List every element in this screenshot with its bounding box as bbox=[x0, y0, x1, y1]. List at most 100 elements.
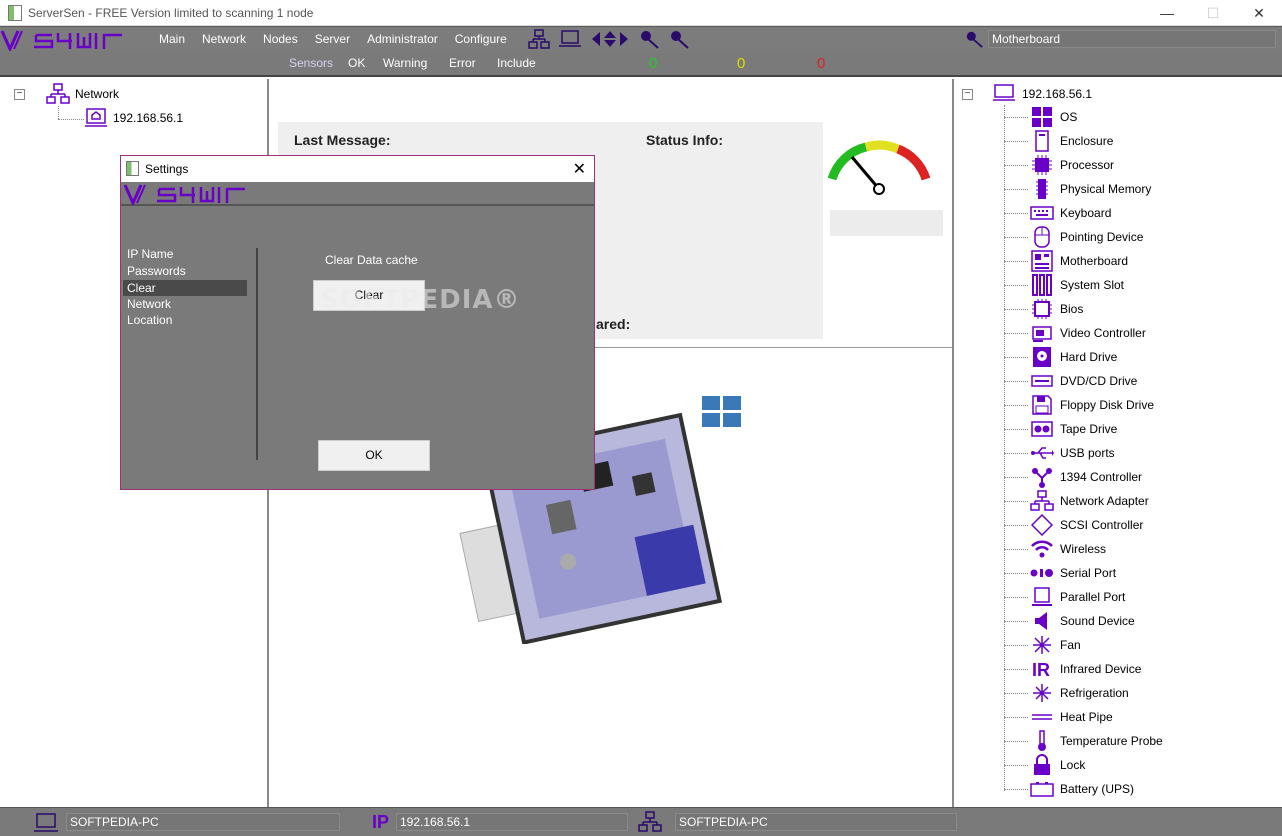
nav-location[interactable]: Location bbox=[123, 312, 247, 328]
hw-item[interactable]: Lock bbox=[1030, 754, 1085, 776]
menu-main[interactable]: Main bbox=[159, 32, 185, 46]
hw-item-label: Processor bbox=[1060, 158, 1115, 172]
hw-item[interactable]: Tape Drive bbox=[1030, 418, 1117, 440]
close-button[interactable]: ✕ bbox=[1236, 0, 1282, 26]
hw-item[interactable]: System Slot bbox=[1030, 274, 1124, 296]
computer-name-field: SOFTPEDIA-PC bbox=[66, 813, 340, 831]
clear-cache-label: Clear Data cache bbox=[325, 253, 418, 267]
hw-item[interactable]: Processor bbox=[1030, 154, 1114, 176]
hw-item[interactable]: Serial Port bbox=[1030, 562, 1116, 584]
ok-count: 0 bbox=[649, 55, 658, 72]
hw-item[interactable]: Temperature Probe bbox=[1030, 730, 1163, 752]
menu-configure[interactable]: Configure bbox=[455, 32, 507, 46]
partial-label: ared: bbox=[596, 316, 631, 332]
hw-item[interactable]: Network Adapter bbox=[1030, 490, 1149, 512]
probe-icon[interactable] bbox=[638, 29, 660, 49]
status-bar: SOFTPEDIA-PC IP 192.168.56.1 SOFTPEDIA-P… bbox=[0, 807, 1282, 836]
tree-line bbox=[1004, 105, 1005, 791]
tree-line bbox=[1004, 549, 1028, 550]
hw-item[interactable]: Motherboard bbox=[1030, 250, 1128, 272]
dialog-close-button[interactable]: ✕ bbox=[573, 159, 586, 179]
hw-item[interactable]: Pointing Device bbox=[1030, 226, 1143, 248]
hw-item-label: Floppy Disk Drive bbox=[1060, 398, 1155, 412]
menu-network[interactable]: Network bbox=[202, 32, 246, 46]
hw-item[interactable]: Parallel Port bbox=[1030, 586, 1125, 608]
tree-node-ip[interactable]: 192.168.56.1 bbox=[113, 111, 183, 125]
menu-server[interactable]: Server bbox=[315, 32, 350, 46]
video-icon bbox=[1030, 322, 1054, 344]
hw-item-label: Motherboard bbox=[1060, 254, 1129, 268]
nav-ip-name[interactable]: IP Name bbox=[123, 246, 247, 262]
hw-item[interactable]: Heat Pipe bbox=[1030, 706, 1113, 728]
tab-ok[interactable]: OK bbox=[348, 56, 365, 70]
hw-item[interactable]: DVD/CD Drive bbox=[1030, 370, 1137, 392]
hw-item[interactable]: Fan bbox=[1030, 634, 1081, 656]
tree-line bbox=[1004, 141, 1028, 142]
hw-item[interactable]: Bios bbox=[1030, 298, 1083, 320]
tree-collapse-toggle[interactable]: − bbox=[14, 89, 25, 100]
hw-tree-collapse-toggle[interactable]: − bbox=[962, 89, 973, 100]
keyboard-icon bbox=[1030, 202, 1054, 224]
speaker-icon bbox=[1030, 610, 1054, 632]
hw-item[interactable]: Wireless bbox=[1030, 538, 1106, 560]
hw-item[interactable]: Battery (UPS) bbox=[1030, 778, 1134, 800]
app-icon bbox=[8, 5, 22, 21]
hw-item[interactable]: IR Infrared Device bbox=[1030, 658, 1141, 680]
tree-line bbox=[1004, 117, 1028, 118]
hw-item-label: Network Adapter bbox=[1060, 494, 1149, 508]
status-info-label: Status Info: bbox=[646, 132, 723, 148]
tape-icon bbox=[1030, 418, 1054, 440]
hw-item[interactable]: 1394 Controller bbox=[1030, 466, 1142, 488]
tree-line bbox=[1004, 693, 1028, 694]
hw-item-label: Serial Port bbox=[1060, 566, 1117, 580]
tree-line bbox=[1004, 165, 1028, 166]
hw-item[interactable]: OS bbox=[1030, 106, 1077, 128]
network-tree-icon[interactable] bbox=[528, 29, 550, 49]
hw-item-label: Battery (UPS) bbox=[1060, 782, 1135, 796]
tab-error[interactable]: Error bbox=[449, 56, 476, 70]
error-count: 0 bbox=[817, 55, 826, 72]
computer-icon[interactable] bbox=[558, 29, 582, 49]
search-probe-icon bbox=[966, 31, 983, 48]
nav-clear[interactable]: Clear bbox=[123, 280, 247, 296]
navigate-arrows-icon[interactable] bbox=[590, 29, 630, 49]
maximize-button[interactable]: ☐ bbox=[1190, 0, 1236, 26]
tree-line bbox=[1004, 381, 1028, 382]
hw-item[interactable]: Enclosure bbox=[1030, 130, 1113, 152]
menu-administrator[interactable]: Administrator bbox=[367, 32, 438, 46]
hw-item[interactable]: Refrigeration bbox=[1030, 682, 1129, 704]
floppy-icon bbox=[1030, 394, 1054, 416]
tree-line bbox=[1004, 669, 1028, 670]
hw-item[interactable]: USB ports bbox=[1030, 442, 1115, 464]
settings-dialog: Settings ✕ IP Name Passwords Clear Netwo… bbox=[120, 155, 595, 490]
hw-item[interactable]: Sound Device bbox=[1030, 610, 1135, 632]
tab-sensors[interactable]: Sensors bbox=[289, 56, 333, 70]
hw-item-label: Pointing Device bbox=[1060, 230, 1144, 244]
hw-item[interactable]: Hard Drive bbox=[1030, 346, 1117, 368]
tab-warning[interactable]: Warning bbox=[383, 56, 427, 70]
hw-item[interactable]: Floppy Disk Drive bbox=[1030, 394, 1154, 416]
tree-line bbox=[1004, 309, 1028, 310]
tab-include[interactable]: Include bbox=[497, 56, 536, 70]
hw-tree-root[interactable]: 192.168.56.1 bbox=[1022, 87, 1092, 101]
nav-network[interactable]: Network bbox=[123, 296, 247, 312]
network-icon bbox=[638, 811, 662, 832]
hw-item[interactable]: Physical Memory bbox=[1030, 178, 1151, 200]
ok-button[interactable]: OK bbox=[318, 440, 430, 471]
hw-item-label: 1394 Controller bbox=[1060, 470, 1143, 484]
tree-line bbox=[1004, 789, 1028, 790]
hw-item[interactable]: SCSI Controller bbox=[1030, 514, 1143, 536]
probe-alt-icon[interactable] bbox=[668, 29, 690, 49]
hw-item[interactable]: Keyboard bbox=[1030, 202, 1111, 224]
hw-item[interactable]: Video Controller bbox=[1030, 322, 1146, 344]
menu-nodes[interactable]: Nodes bbox=[263, 32, 298, 46]
hw-item-label: Physical Memory bbox=[1060, 182, 1152, 196]
nav-passwords[interactable]: Passwords bbox=[123, 263, 247, 279]
tree-root-network[interactable]: Network bbox=[75, 87, 119, 101]
hw-item-label: Wireless bbox=[1060, 542, 1107, 556]
thermometer-icon bbox=[1030, 730, 1054, 752]
warning-count: 0 bbox=[737, 55, 746, 72]
minimize-button[interactable]: — bbox=[1144, 0, 1190, 26]
search-input[interactable]: Motherboard bbox=[988, 30, 1276, 48]
processor-icon bbox=[1030, 154, 1054, 176]
